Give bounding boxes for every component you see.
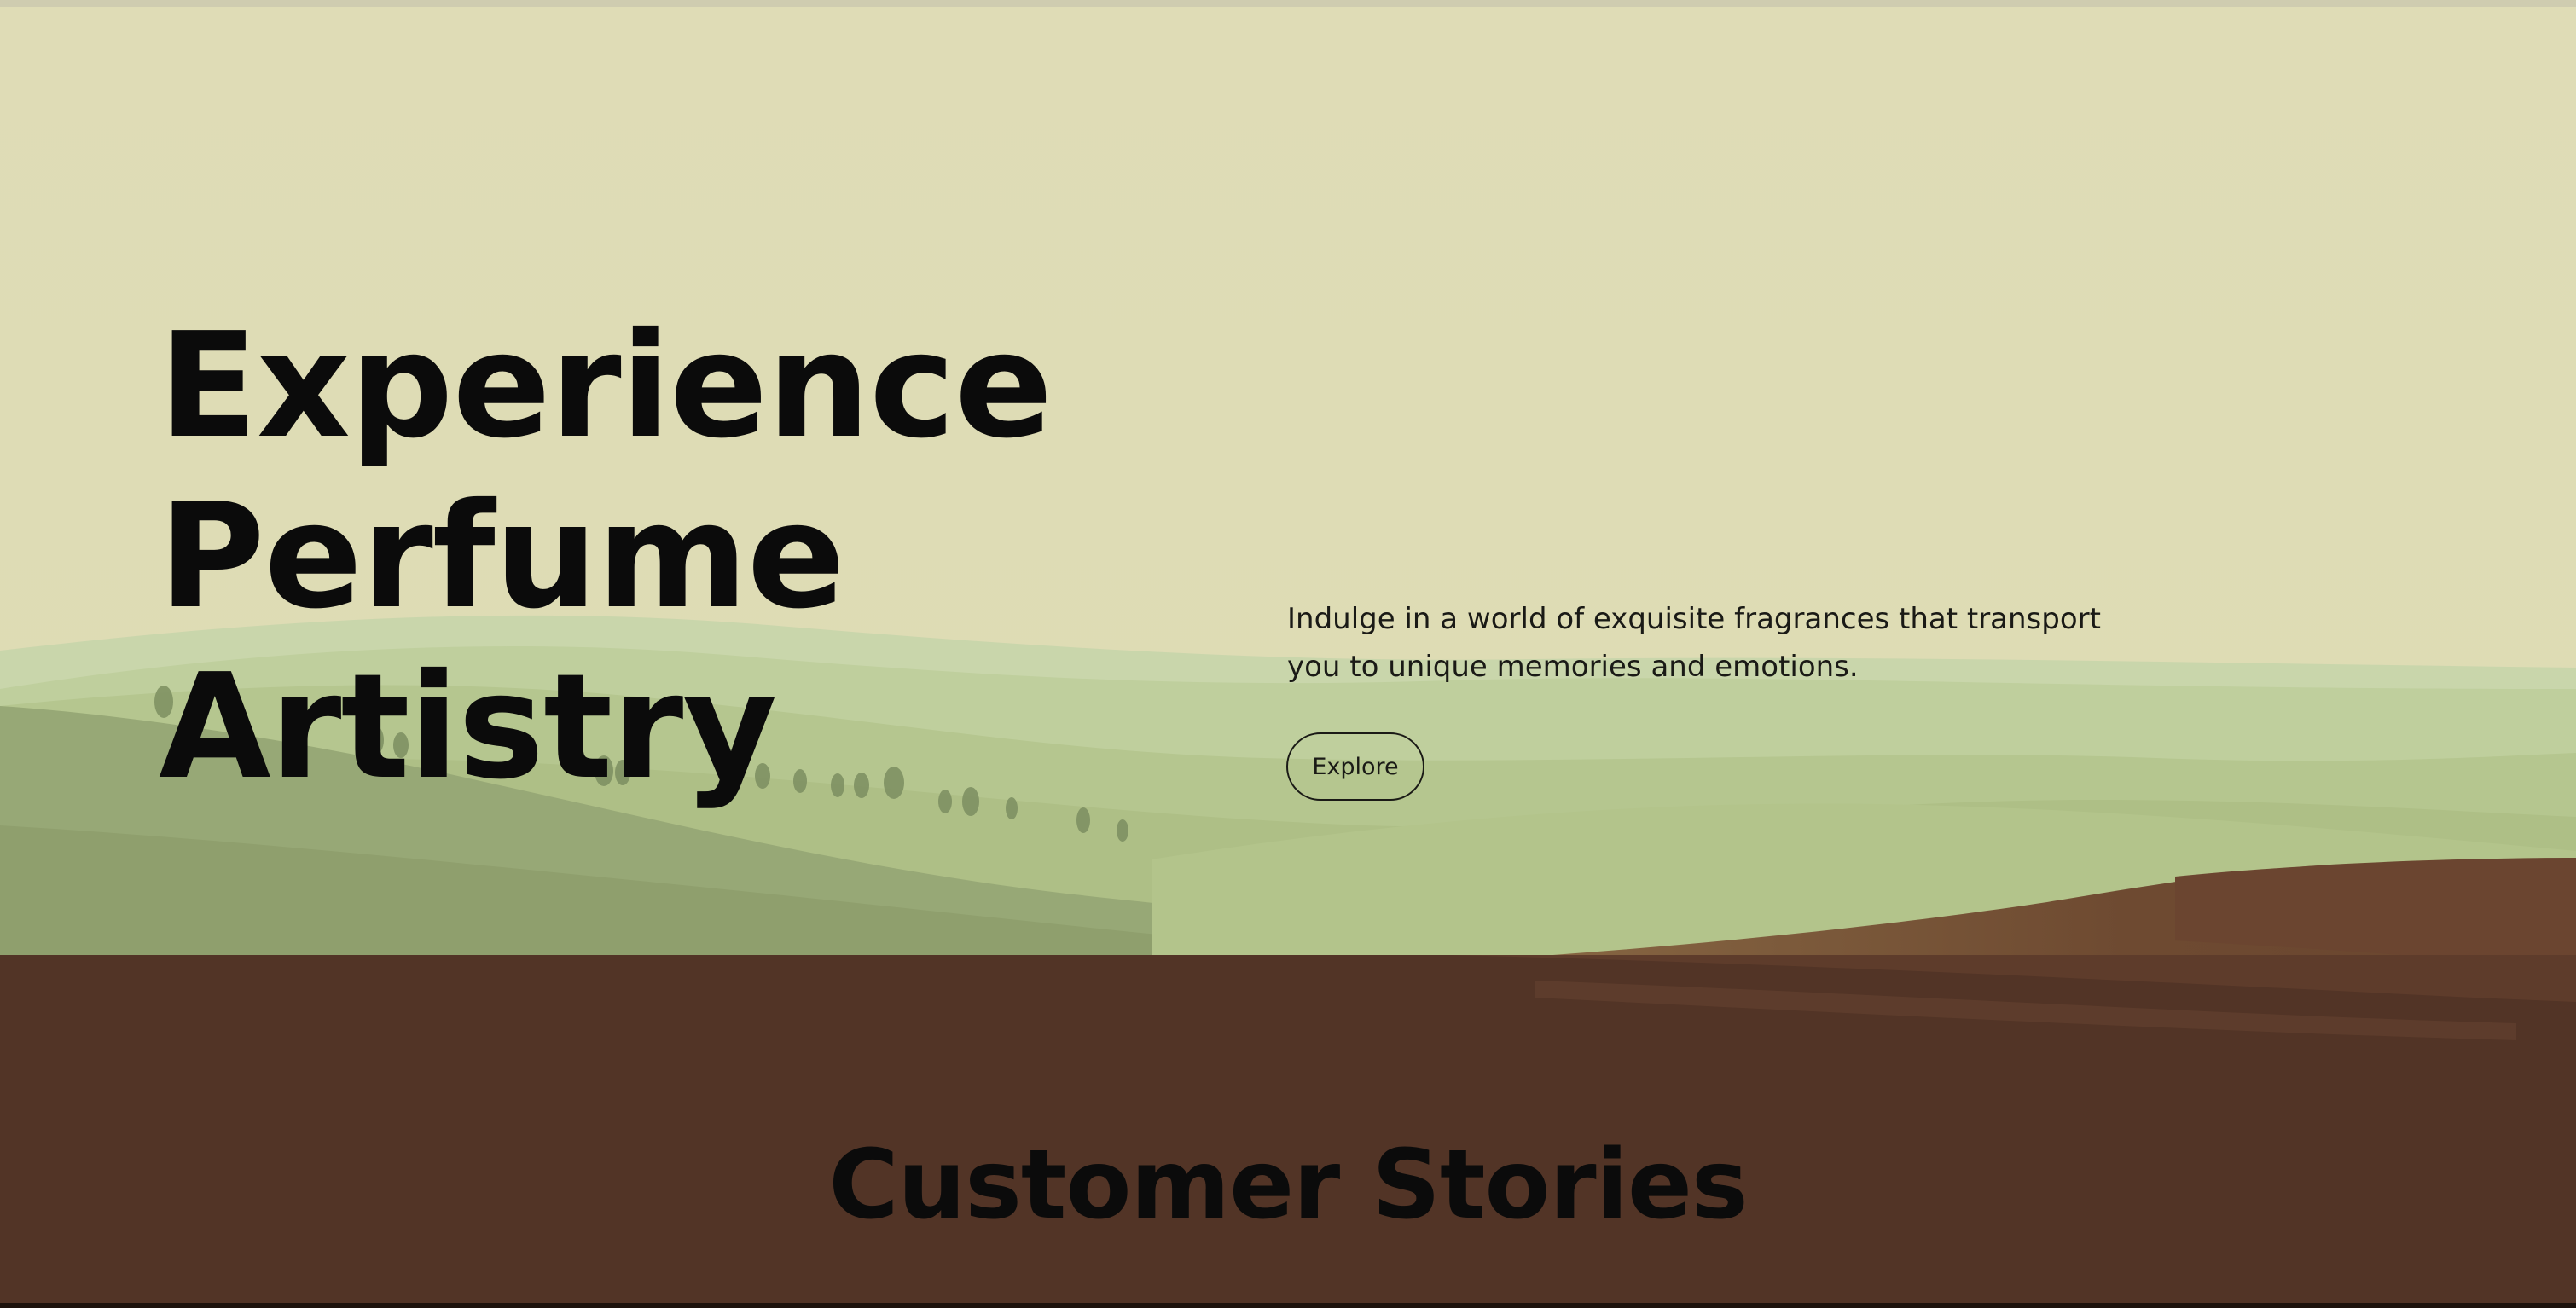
hero-description: Indulge in a world of exquisite fragranc… (1287, 602, 2101, 684)
explore-button[interactable]: Explore (1286, 732, 1424, 801)
page: Experience Perfume Artistry Indulge in a… (0, 0, 2576, 1308)
hero-section: Experience Perfume Artistry Indulge in a… (0, 7, 2576, 955)
hero-title: Experience Perfume Artistry (159, 301, 1053, 813)
top-border (0, 0, 2576, 7)
hero-title-line-3: Artistry (159, 643, 777, 812)
hero-title-line-2: Perfume (159, 472, 845, 641)
bottom-border (0, 1303, 2576, 1308)
hero-title-line-1: Experience (159, 302, 1053, 471)
customer-stories-title: Customer Stories (828, 1130, 1748, 1241)
customer-stories-section: Customer Stories (0, 955, 2576, 1308)
